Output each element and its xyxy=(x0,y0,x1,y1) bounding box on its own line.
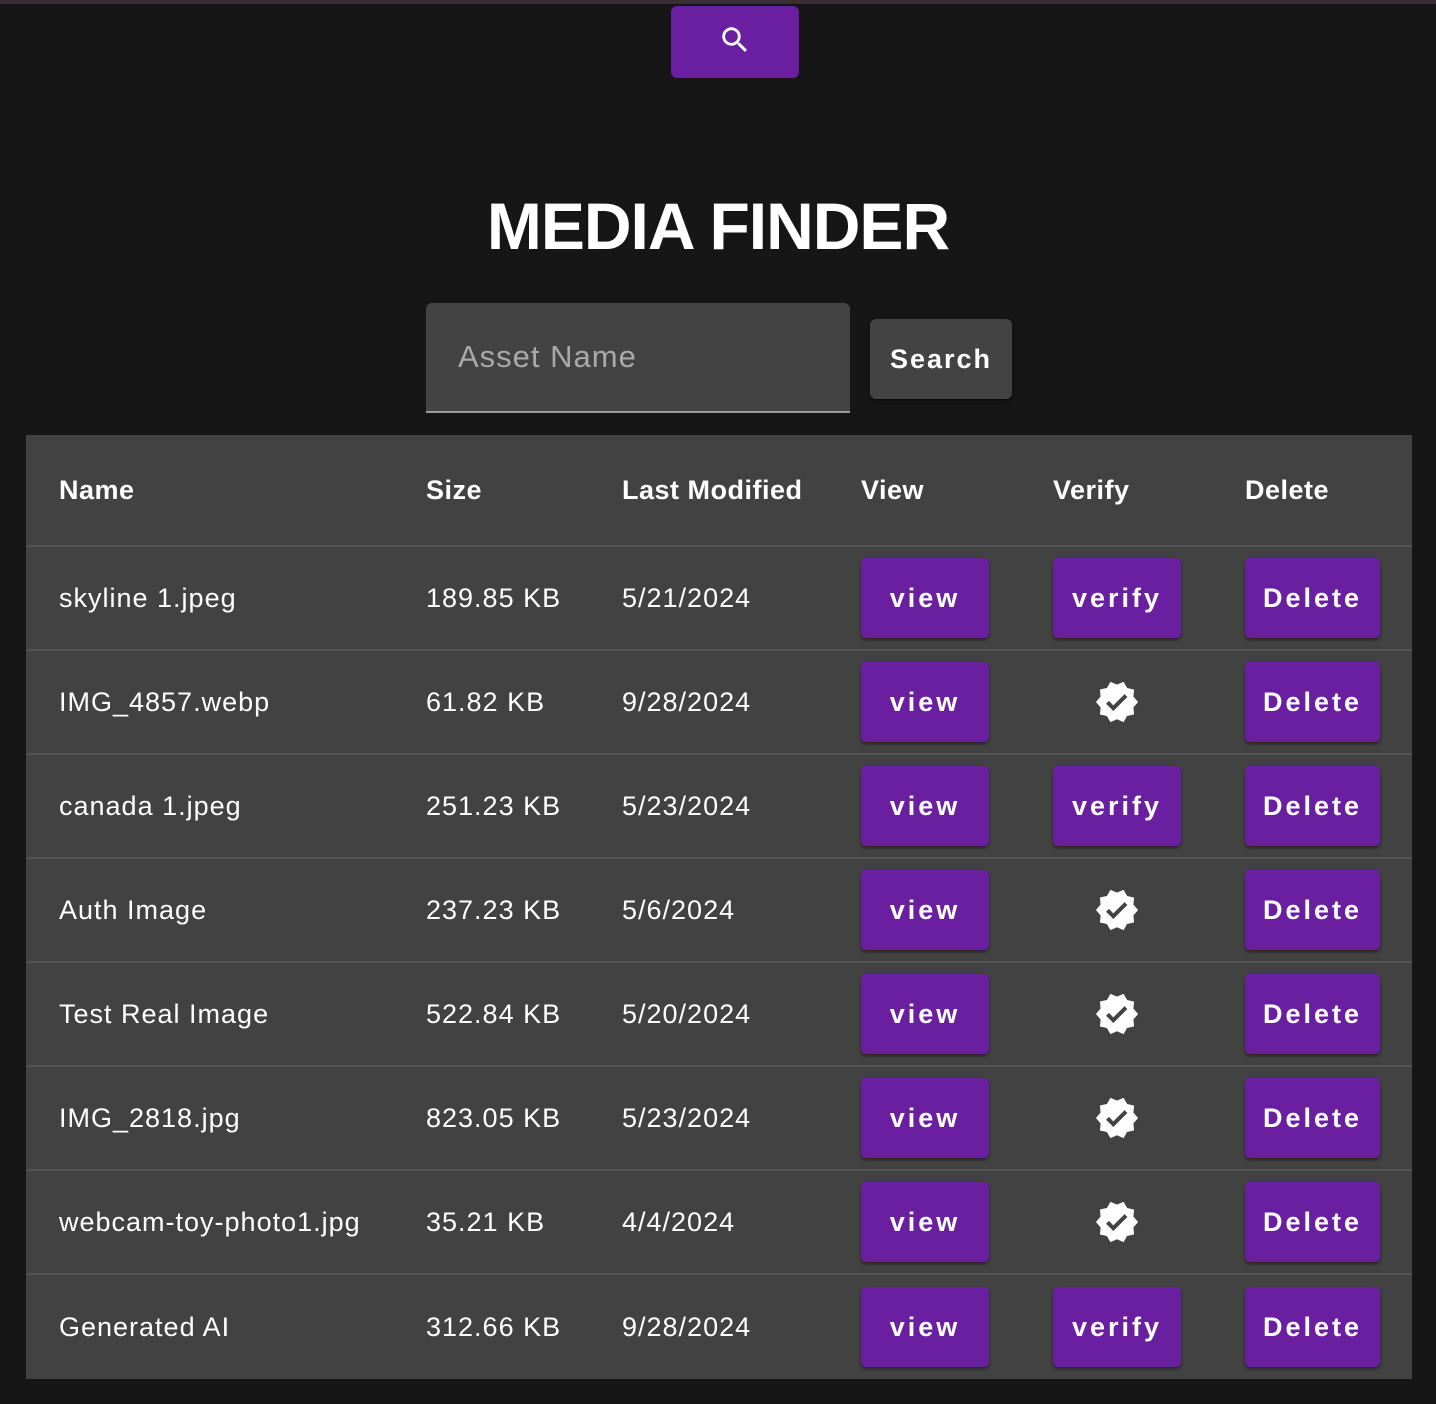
table-row: Test Real Image 522.84 KB 5/20/2024 view… xyxy=(26,963,1412,1067)
delete-cell: Delete xyxy=(1245,1275,1380,1379)
table-header-row: Name Size Last Modified View Verify Dele… xyxy=(26,435,1412,547)
column-header-verify: Verify xyxy=(1053,474,1130,505)
asset-last-modified: 9/28/2024 xyxy=(622,1311,752,1342)
view-button[interactable]: view xyxy=(861,766,989,846)
asset-name: webcam-toy-photo1.jpg xyxy=(59,1206,361,1237)
asset-name-field[interactable] xyxy=(426,303,850,413)
verified-badge-icon xyxy=(1053,974,1181,1054)
verify-cell: verify xyxy=(1053,755,1181,857)
delete-button[interactable]: Delete xyxy=(1245,974,1380,1054)
asset-size: 823.05 KB xyxy=(426,1102,562,1133)
asset-last-modified: 4/4/2024 xyxy=(622,1206,736,1237)
verified-badge-icon xyxy=(1053,1182,1181,1262)
asset-name: Auth Image xyxy=(59,894,208,925)
delete-cell: Delete xyxy=(1245,1171,1380,1273)
view-cell: view xyxy=(861,547,989,649)
column-header-size: Size xyxy=(426,474,483,505)
view-button[interactable]: view xyxy=(861,1078,989,1158)
verify-button[interactable]: verify xyxy=(1053,1287,1181,1367)
delete-cell: Delete xyxy=(1245,547,1380,649)
table-row: webcam-toy-photo1.jpg 35.21 KB 4/4/2024 … xyxy=(26,1171,1412,1275)
verify-cell xyxy=(1053,651,1181,753)
view-button[interactable]: view xyxy=(861,974,989,1054)
asset-last-modified: 5/23/2024 xyxy=(622,790,752,821)
verify-cell xyxy=(1053,1171,1181,1273)
table-row: IMG_4857.webp 61.82 KB 9/28/2024 view De… xyxy=(26,651,1412,755)
asset-size: 312.66 KB xyxy=(426,1311,562,1342)
verify-button[interactable]: verify xyxy=(1053,766,1181,846)
view-cell: view xyxy=(861,1067,989,1169)
view-cell: view xyxy=(861,1275,989,1379)
asset-size: 61.82 KB xyxy=(426,686,546,717)
search-icon xyxy=(718,23,752,62)
delete-button[interactable]: Delete xyxy=(1245,766,1380,846)
asset-last-modified: 5/6/2024 xyxy=(622,894,736,925)
delete-button[interactable]: Delete xyxy=(1245,1182,1380,1262)
asset-name-input[interactable] xyxy=(426,303,850,411)
table-row: IMG_2818.jpg 823.05 KB 5/23/2024 view De… xyxy=(26,1067,1412,1171)
delete-button[interactable]: Delete xyxy=(1245,870,1380,950)
verified-badge-icon xyxy=(1053,870,1181,950)
column-header-last-modified: Last Modified xyxy=(622,474,803,505)
asset-size: 251.23 KB xyxy=(426,790,562,821)
view-button[interactable]: view xyxy=(861,870,989,950)
delete-button[interactable]: Delete xyxy=(1245,558,1380,638)
table-row: Generated AI 312.66 KB 9/28/2024 view ve… xyxy=(26,1275,1412,1379)
delete-button[interactable]: Delete xyxy=(1245,662,1380,742)
asset-last-modified: 5/23/2024 xyxy=(622,1102,752,1133)
delete-cell: Delete xyxy=(1245,1067,1380,1169)
asset-last-modified: 9/28/2024 xyxy=(622,686,752,717)
view-cell: view xyxy=(861,755,989,857)
asset-size: 35.21 KB xyxy=(426,1206,546,1237)
verify-cell xyxy=(1053,963,1181,1065)
view-cell: view xyxy=(861,1171,989,1273)
verify-cell: verify xyxy=(1053,547,1181,649)
column-header-delete: Delete xyxy=(1245,474,1330,505)
verify-cell: verify xyxy=(1053,1275,1181,1379)
verify-cell xyxy=(1053,1067,1181,1169)
asset-size: 237.23 KB xyxy=(426,894,562,925)
asset-name: IMG_2818.jpg xyxy=(59,1102,241,1133)
window-top-border xyxy=(0,0,1436,4)
page-title: MEDIA FINDER xyxy=(486,189,950,263)
asset-name: Generated AI xyxy=(59,1311,231,1342)
view-button[interactable]: view xyxy=(861,558,989,638)
table-row: skyline 1.jpeg 189.85 KB 5/21/2024 view … xyxy=(26,547,1412,651)
verify-cell xyxy=(1053,859,1181,961)
view-cell: view xyxy=(861,651,989,753)
asset-size: 522.84 KB xyxy=(426,998,562,1029)
view-button[interactable]: view xyxy=(861,662,989,742)
delete-cell: Delete xyxy=(1245,859,1380,961)
asset-name: IMG_4857.webp xyxy=(59,686,271,717)
table-row: canada 1.jpeg 251.23 KB 5/23/2024 view v… xyxy=(26,755,1412,859)
asset-name: skyline 1.jpeg xyxy=(59,582,237,613)
asset-last-modified: 5/21/2024 xyxy=(622,582,752,613)
top-search-button[interactable] xyxy=(671,6,799,78)
verified-badge-icon xyxy=(1053,1078,1181,1158)
delete-button[interactable]: Delete xyxy=(1245,1287,1380,1367)
asset-last-modified: 5/20/2024 xyxy=(622,998,752,1029)
delete-cell: Delete xyxy=(1245,651,1380,753)
column-header-name: Name xyxy=(59,474,135,505)
view-cell: view xyxy=(861,963,989,1065)
column-header-view: View xyxy=(861,474,925,505)
delete-button[interactable]: Delete xyxy=(1245,1078,1380,1158)
search-button[interactable]: Search xyxy=(870,319,1012,399)
delete-cell: Delete xyxy=(1245,755,1380,857)
table-row: Auth Image 237.23 KB 5/6/2024 view Delet… xyxy=(26,859,1412,963)
asset-name: canada 1.jpeg xyxy=(59,790,242,821)
view-cell: view xyxy=(861,859,989,961)
asset-size: 189.85 KB xyxy=(426,582,562,613)
verify-button[interactable]: verify xyxy=(1053,558,1181,638)
asset-name: Test Real Image xyxy=(59,998,270,1029)
view-button[interactable]: view xyxy=(861,1287,989,1367)
media-table: Name Size Last Modified View Verify Dele… xyxy=(26,435,1412,1379)
delete-cell: Delete xyxy=(1245,963,1380,1065)
verified-badge-icon xyxy=(1053,662,1181,742)
view-button[interactable]: view xyxy=(861,1182,989,1262)
